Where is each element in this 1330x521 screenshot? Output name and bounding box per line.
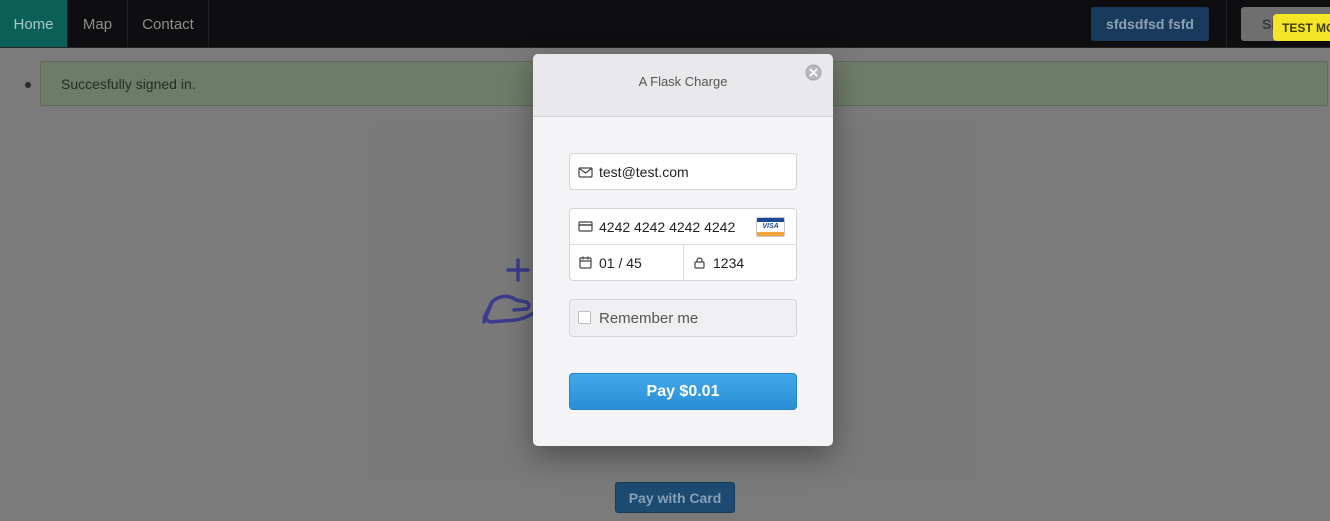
cvc-input[interactable]: 1234 bbox=[713, 255, 744, 271]
top-navbar: Home Map Contact sfdsdfsd fsfd Si TEST M… bbox=[0, 0, 1330, 48]
nav-home[interactable]: Home bbox=[0, 0, 68, 47]
nav-divider bbox=[1226, 0, 1227, 47]
expiry-input[interactable]: 01 / 45 bbox=[599, 255, 642, 271]
close-icon[interactable] bbox=[805, 64, 822, 81]
nav-map[interactable]: Map bbox=[68, 0, 128, 47]
modal-header: A Flask Charge bbox=[533, 54, 833, 117]
test-mode-badge: TEST MO bbox=[1273, 14, 1330, 41]
calendar-icon bbox=[579, 256, 592, 269]
visa-brand-text: VISA bbox=[762, 223, 779, 230]
email-value: test@test.com bbox=[599, 164, 689, 180]
envelope-icon bbox=[578, 167, 593, 178]
lock-icon bbox=[694, 257, 705, 269]
list-bullet bbox=[25, 82, 31, 88]
card-divider-vertical bbox=[683, 245, 684, 280]
card-details-group: 4242 4242 4242 4242 VISA 01 / 45 1234 bbox=[569, 208, 797, 281]
email-field[interactable]: test@test.com bbox=[569, 153, 797, 190]
remember-me-label: Remember me bbox=[599, 310, 699, 327]
remember-me-checkbox[interactable] bbox=[578, 311, 591, 324]
nav-contact[interactable]: Contact bbox=[128, 0, 209, 47]
pay-with-card-button[interactable]: Pay with Card bbox=[615, 482, 735, 513]
remember-me-toggle[interactable]: Remember me bbox=[569, 299, 797, 337]
user-account-button[interactable]: sfdsdfsd fsfd bbox=[1091, 7, 1209, 41]
pay-button[interactable]: Pay $0.01 bbox=[569, 373, 797, 410]
visa-logo: VISA bbox=[756, 217, 785, 237]
checkout-modal: A Flask Charge test@test.com 4242 4242 4… bbox=[533, 54, 833, 446]
card-number-input[interactable]: 4242 4242 4242 4242 bbox=[599, 219, 735, 235]
modal-title: A Flask Charge bbox=[638, 74, 728, 89]
credit-card-icon bbox=[578, 221, 593, 232]
